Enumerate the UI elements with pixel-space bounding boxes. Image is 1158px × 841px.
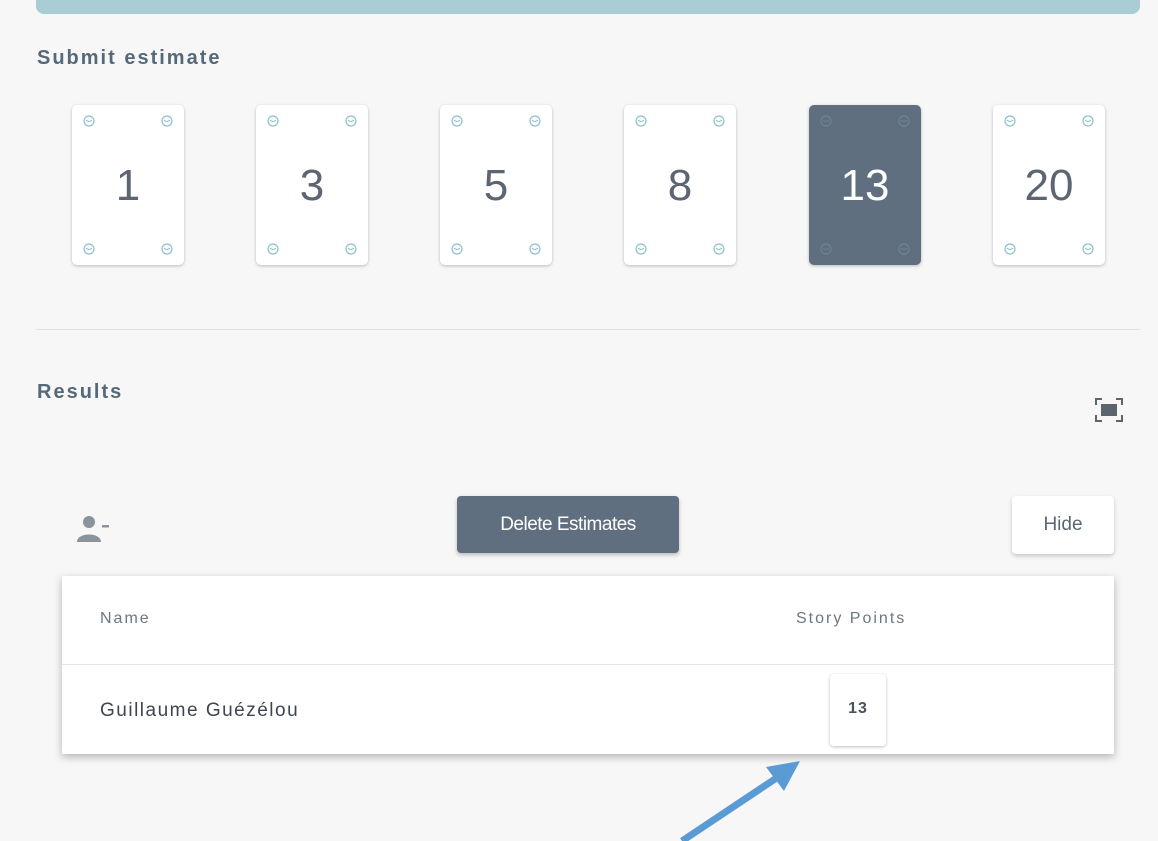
estimate-card-8[interactable]: 8 [624, 105, 736, 265]
coffee-cup-icon [1081, 242, 1095, 256]
estimate-card-20[interactable]: 20 [993, 105, 1105, 265]
remove-user-icon[interactable] [76, 514, 110, 544]
column-header-story-points: Story Points [796, 610, 907, 627]
coffee-cup-icon [1003, 242, 1017, 256]
row-divider [62, 664, 1114, 665]
coffee-cup-icon [897, 114, 911, 128]
coffee-cup-icon [634, 242, 648, 256]
results-table: Name Story Points Guillaume Guézélou 13 [62, 576, 1114, 754]
page: Submit estimate 1 3 5 8 13 20 Results De… [0, 0, 1158, 841]
story-points-badge: 13 [830, 674, 886, 746]
coffee-cup-icon [528, 114, 542, 128]
estimate-card-13-selected[interactable]: 13 [809, 105, 921, 265]
card-value: 8 [667, 161, 693, 210]
coffee-cup-icon [634, 114, 648, 128]
card-value: 5 [483, 161, 509, 210]
estimate-card-1[interactable]: 1 [72, 105, 184, 265]
delete-estimates-button[interactable]: Delete Estimates [457, 496, 679, 553]
estimate-card-5[interactable]: 5 [440, 105, 552, 265]
card-value: 20 [1024, 161, 1074, 210]
participant-name: Guillaume Guézélou [100, 700, 300, 721]
coffee-cup-icon [266, 114, 280, 128]
coffee-cup-icon [712, 114, 726, 128]
coffee-cup-icon [819, 242, 833, 256]
fullscreen-icon[interactable] [1094, 397, 1124, 423]
card-value: 13 [840, 161, 890, 210]
submit-estimate-title: Submit estimate [37, 47, 222, 69]
section-divider [36, 329, 1140, 330]
top-accent-bar [36, 0, 1140, 14]
results-title: Results [37, 381, 124, 403]
coffee-cup-icon [1003, 114, 1017, 128]
estimate-card-3[interactable]: 3 [256, 105, 368, 265]
hide-button[interactable]: Hide [1012, 496, 1114, 554]
card-value: 3 [299, 161, 325, 210]
coffee-cup-icon [160, 114, 174, 128]
coffee-cup-icon [160, 242, 174, 256]
column-header-name: Name [100, 610, 151, 627]
coffee-cup-icon [528, 242, 542, 256]
coffee-cup-icon [344, 242, 358, 256]
coffee-cup-icon [82, 242, 96, 256]
coffee-cup-icon [1081, 114, 1095, 128]
coffee-cup-icon [344, 114, 358, 128]
coffee-cup-icon [897, 242, 911, 256]
coffee-cup-icon [712, 242, 726, 256]
story-points-value: 13 [848, 700, 868, 717]
coffee-cup-icon [450, 242, 464, 256]
coffee-cup-icon [819, 114, 833, 128]
annotation-arrow-icon [680, 761, 800, 841]
coffee-cup-icon [266, 242, 280, 256]
coffee-cup-icon [82, 114, 96, 128]
coffee-cup-icon [450, 114, 464, 128]
card-value: 1 [115, 161, 141, 210]
